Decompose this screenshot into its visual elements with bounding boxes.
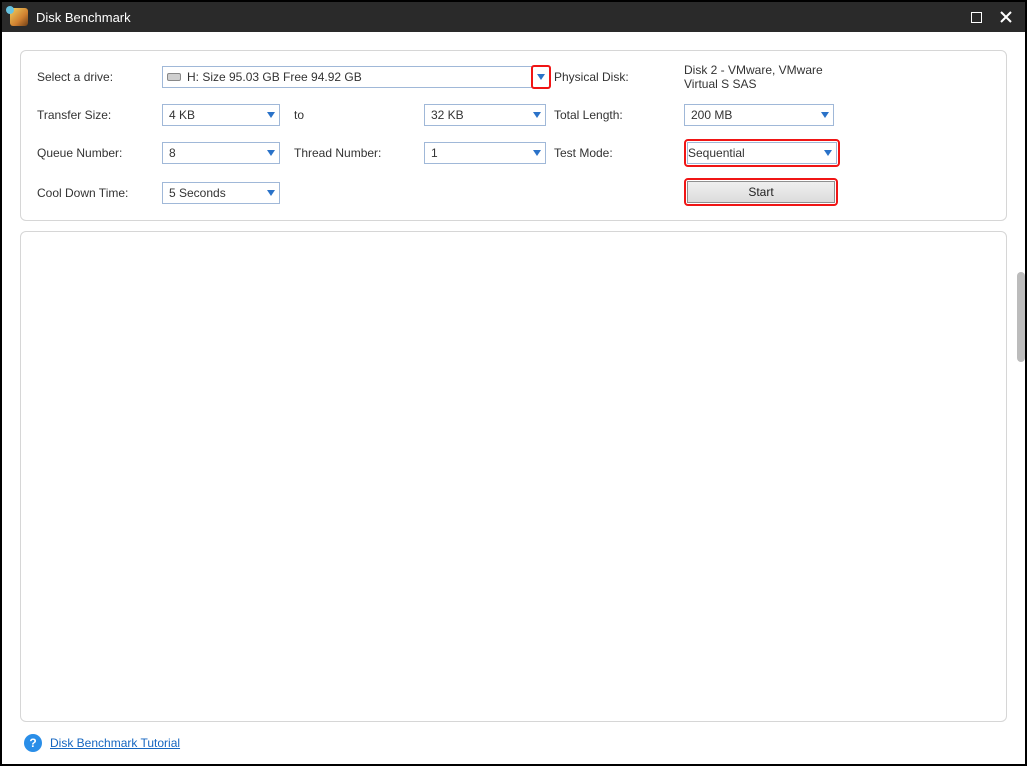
queue-number-select[interactable]: 8: [162, 142, 280, 164]
help-icon[interactable]: ?: [24, 734, 42, 752]
chevron-down-icon: [820, 143, 836, 163]
transfer-size-to-value: 32 KB: [431, 108, 464, 122]
close-icon: [1000, 11, 1012, 23]
label-thread-number: Thread Number:: [284, 146, 424, 160]
transfer-size-from-value: 4 KB: [169, 108, 195, 122]
cool-down-select[interactable]: 5 Seconds: [162, 182, 280, 204]
queue-number-value: 8: [169, 146, 176, 160]
label-select-drive: Select a drive:: [37, 70, 162, 84]
chevron-down-icon: [263, 105, 279, 125]
chevron-down-icon: [263, 183, 279, 203]
footer: ? Disk Benchmark Tutorial: [20, 732, 1007, 752]
chevron-down-icon: [529, 143, 545, 163]
chevron-down-icon: [531, 65, 551, 89]
results-panel: [20, 231, 1007, 722]
test-mode-value: Sequential: [688, 146, 745, 160]
transfer-size-from-select[interactable]: 4 KB: [162, 104, 280, 126]
titlebar: Disk Benchmark: [2, 2, 1025, 32]
tutorial-link[interactable]: Disk Benchmark Tutorial: [50, 736, 180, 750]
thread-number-select[interactable]: 1: [424, 142, 546, 164]
total-length-value: 200 MB: [691, 108, 732, 122]
physical-disk-value: Disk 2 - VMware, VMware Virtual S SAS: [684, 63, 854, 91]
chevron-down-icon: [263, 143, 279, 163]
settings-panel: Select a drive: H: Size 95.03 GB Free 94…: [20, 50, 1007, 221]
label-test-mode: Test Mode:: [554, 146, 684, 160]
drive-select[interactable]: H: Size 95.03 GB Free 94.92 GB: [162, 66, 550, 88]
chevron-down-icon: [529, 105, 545, 125]
maximize-icon: [971, 12, 982, 23]
label-queue-number: Queue Number:: [37, 146, 162, 160]
window-controls: [965, 6, 1017, 28]
start-button[interactable]: Start: [687, 181, 835, 203]
transfer-size-to-select[interactable]: 32 KB: [424, 104, 546, 126]
maximize-button[interactable]: [965, 6, 987, 28]
drive-select-value: H: Size 95.03 GB Free 94.92 GB: [187, 70, 362, 84]
label-cool-down: Cool Down Time:: [37, 186, 162, 200]
label-physical-disk: Physical Disk:: [554, 70, 684, 84]
cool-down-value: 5 Seconds: [169, 186, 226, 200]
label-to: to: [284, 108, 424, 122]
label-total-length: Total Length:: [554, 108, 684, 122]
window-title: Disk Benchmark: [36, 10, 965, 25]
thread-number-value: 1: [431, 146, 438, 160]
app-icon: [10, 8, 28, 26]
label-transfer-size: Transfer Size:: [37, 108, 162, 122]
total-length-select[interactable]: 200 MB: [684, 104, 834, 126]
drive-icon: [167, 73, 181, 81]
scrollbar-thumb[interactable]: [1017, 272, 1025, 362]
close-button[interactable]: [995, 6, 1017, 28]
chevron-down-icon: [817, 105, 833, 125]
test-mode-select[interactable]: Sequential: [687, 142, 837, 164]
